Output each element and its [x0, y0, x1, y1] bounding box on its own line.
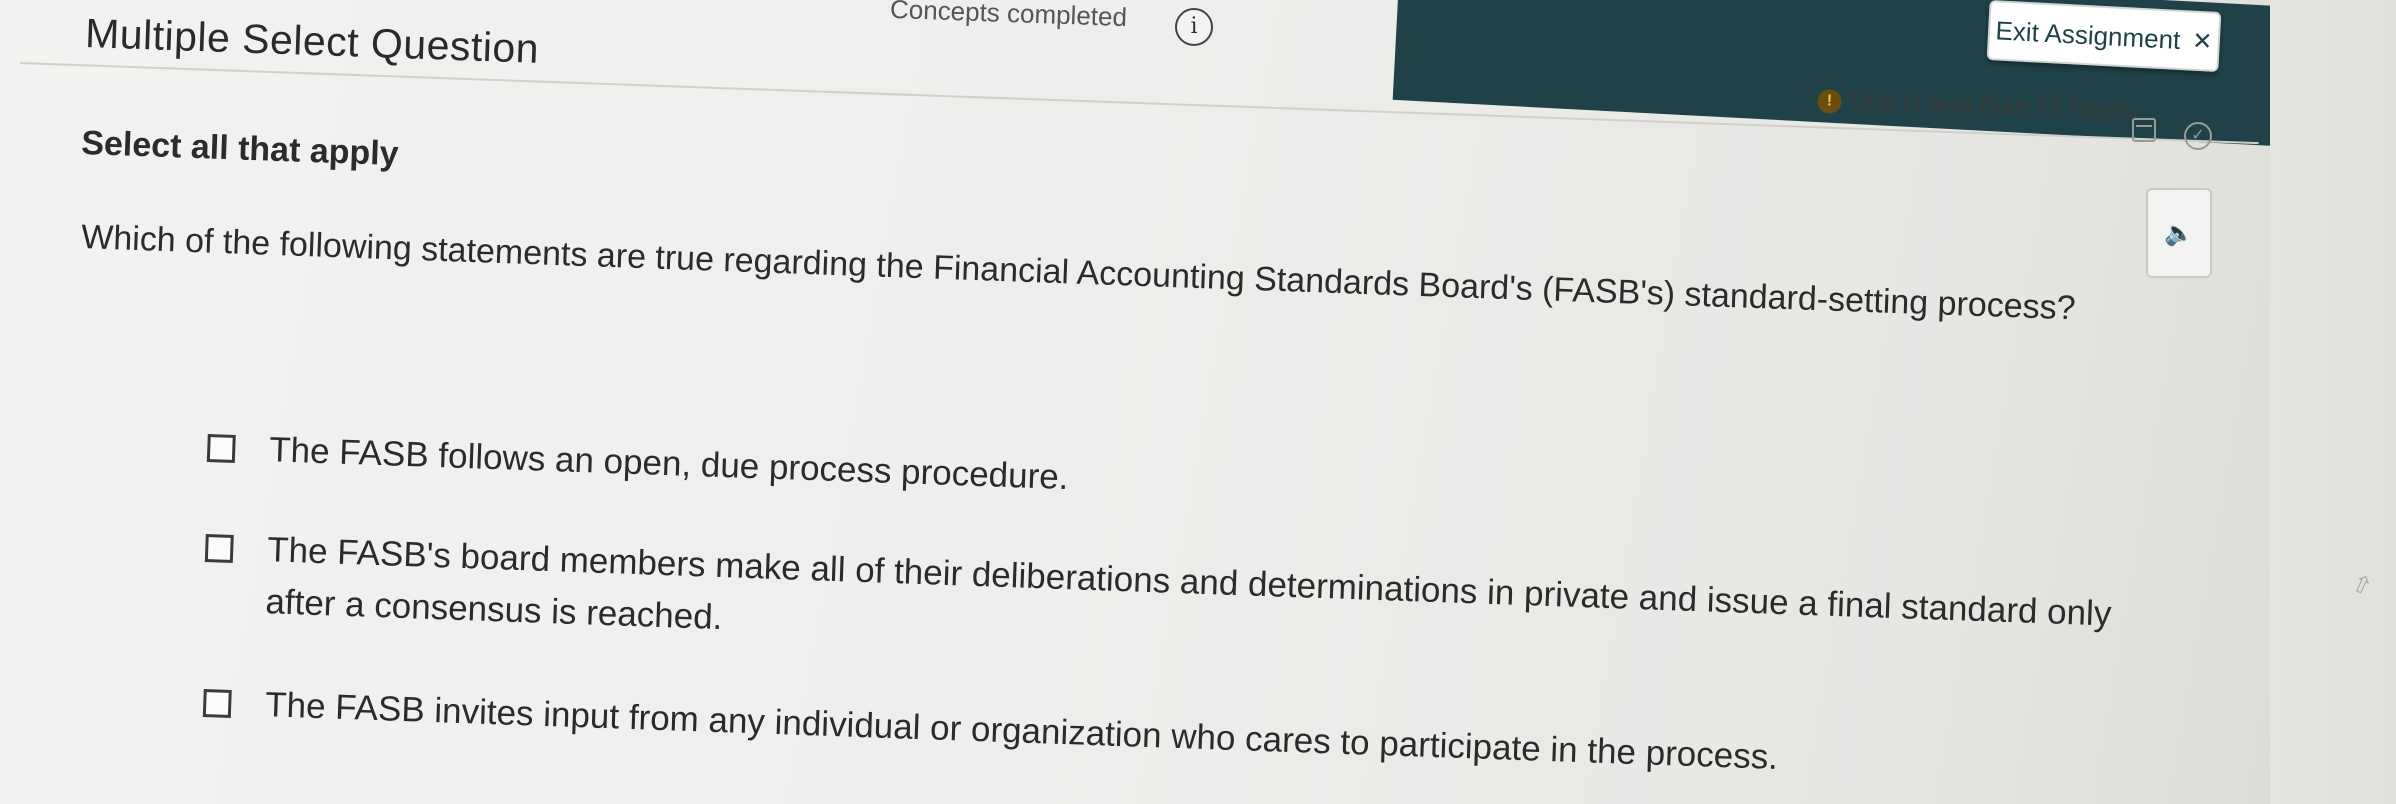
info-icon[interactable]: i [1175, 8, 1213, 46]
progress-status: Concepts completed [889, 0, 1128, 33]
assignment-page: ⬀ Concepts completed i Exit Assignment ✕… [0, 0, 2396, 804]
instruction-text: Select all that apply [80, 124, 400, 174]
close-icon: ✕ [2191, 27, 2214, 56]
check-circle-icon[interactable]: ✓ [2184, 122, 2212, 150]
header-band [1392, 0, 2396, 158]
calendar-icon[interactable] [2132, 118, 2156, 142]
answer-option-2[interactable]: The FASB's board members make all of the… [203, 528, 2145, 694]
alert-icon: ! [1817, 88, 1842, 114]
answer-option-1[interactable]: The FASB follows an open, due process pr… [206, 428, 1069, 504]
option-checkbox[interactable] [206, 433, 236, 463]
read-aloud-button[interactable]: 🔈 [2146, 188, 2212, 278]
option-checkbox[interactable] [204, 533, 234, 563]
right-margin: ⬀ [2270, 0, 2396, 804]
answer-option-3[interactable]: The FASB invites input from any individu… [202, 683, 1779, 784]
option-checkbox[interactable] [202, 688, 232, 718]
cursor-icon: ⬀ [2347, 568, 2377, 601]
question-type-title: Multiple Select Question [84, 10, 540, 72]
question-prompt: Which of the following statements are tr… [80, 218, 2077, 328]
exit-assignment-label: Exit Assignment [1994, 14, 2182, 55]
option-label: The FASB's board members make all of the… [264, 530, 2113, 638]
option-label: The FASB follows an open, due process pr… [268, 430, 1070, 498]
exit-assignment-button[interactable]: Exit Assignment ✕ [1986, 0, 2222, 73]
option-label: The FASB invites input from any individu… [264, 685, 1779, 777]
speaker-icon: 🔈 [2164, 219, 2194, 247]
